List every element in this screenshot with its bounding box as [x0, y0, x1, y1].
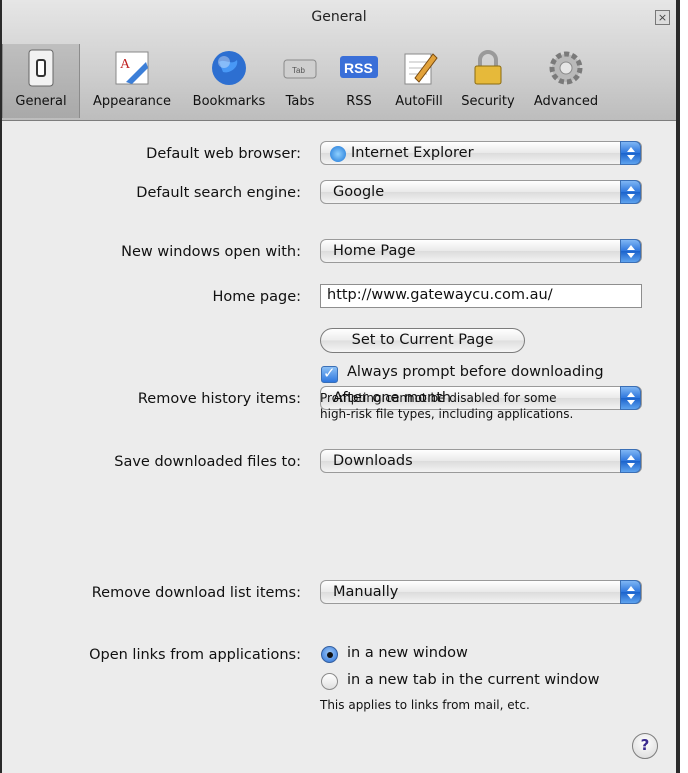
save-downloads-label: Save downloaded files to:	[114, 454, 301, 470]
default-browser-label: Default web browser:	[146, 146, 301, 162]
save-downloads-popup[interactable]: Downloads	[320, 449, 642, 473]
svg-text:Tab: Tab	[292, 66, 305, 75]
always-prompt-label: Always prompt before downloading	[347, 364, 604, 380]
toolbar-appearance[interactable]: A Appearance	[86, 44, 178, 118]
new-windows-popup[interactable]: Home Page	[320, 239, 642, 263]
radio-new-window-label: in a new window	[347, 645, 468, 661]
default-browser-value: Internet Explorer	[351, 145, 474, 161]
radio-new-tab-label: in a new tab in the current window	[347, 672, 600, 688]
toolbar-label: RSS	[346, 94, 372, 109]
tabs-icon: Tab	[283, 59, 317, 79]
svg-text:A: A	[120, 57, 131, 72]
set-to-current-page-button[interactable]: Set to Current Page	[320, 328, 525, 353]
window-title: General	[311, 9, 367, 25]
close-icon[interactable]: ×	[655, 10, 670, 25]
prompt-note-line-2: high-risk file types, including applicat…	[320, 407, 574, 421]
autofill-pencil-icon	[404, 53, 438, 85]
remove-download-items-value: Manually	[333, 584, 399, 600]
default-search-value: Google	[333, 184, 385, 200]
home-page-field[interactable]: http://www.gatewaycu.com.au/	[320, 284, 642, 308]
globe-icon	[212, 51, 246, 85]
open-links-label: Open links from applications:	[89, 647, 301, 663]
preferences-window: General × General A Appearance Bookmarks…	[0, 0, 680, 773]
help-button[interactable]: ?	[632, 733, 658, 759]
toolbar-security[interactable]: Security	[456, 44, 520, 118]
toolbar-advanced[interactable]: Advanced	[528, 44, 604, 118]
remove-download-items-label: Remove download list items:	[91, 585, 301, 601]
remove-history-label: Remove history items:	[137, 391, 301, 407]
default-browser-popup[interactable]: Internet Explorer	[320, 141, 642, 165]
remove-download-items-popup[interactable]: Manually	[320, 580, 642, 604]
toolbar-label: AutoFill	[395, 94, 443, 109]
popup-arrows-icon	[620, 449, 641, 473]
toolbar-rss[interactable]: RSS RSS	[336, 44, 382, 118]
default-search-label: Default search engine:	[136, 185, 301, 201]
toolbar-bookmarks[interactable]: Bookmarks	[186, 44, 272, 118]
new-windows-value: Home Page	[333, 243, 416, 259]
popup-arrows-icon	[620, 180, 641, 204]
open-links-note: This applies to links from mail, etc.	[320, 698, 530, 712]
popup-arrows-icon	[620, 386, 641, 410]
appearance-icon: A	[115, 51, 149, 85]
window-toolbar: General × General A Appearance Bookmarks…	[2, 0, 676, 121]
toolbar-autofill[interactable]: AutoFill	[390, 44, 448, 118]
popup-arrows-icon	[620, 239, 641, 263]
toolbar-label: Advanced	[533, 94, 599, 109]
toolbar-label: General	[15, 94, 67, 109]
toolbar-label: Tabs	[285, 94, 315, 109]
toolbar-general[interactable]: General	[2, 44, 80, 118]
save-downloads-value: Downloads	[333, 453, 413, 469]
popup-arrows-icon	[620, 580, 641, 604]
gear-icon	[549, 51, 583, 85]
toolbar-label: Appearance	[92, 94, 172, 109]
toolbar-label: Bookmarks	[192, 94, 266, 109]
internet-explorer-icon	[330, 146, 346, 162]
radio-new-window[interactable]	[321, 646, 338, 663]
prompt-note-line-1: Prompting cannot be disabled for some	[320, 391, 557, 405]
toolbar-label: Security	[461, 94, 515, 109]
general-switch-icon	[28, 49, 54, 87]
general-pane: Default web browser: Internet Explorer D…	[2, 121, 676, 773]
lock-icon	[474, 50, 502, 85]
svg-text:RSS: RSS	[344, 60, 373, 76]
default-search-popup[interactable]: Google	[320, 180, 642, 204]
always-prompt-checkbox[interactable]	[321, 364, 338, 383]
popup-arrows-icon	[620, 141, 641, 165]
home-page-label: Home page:	[212, 289, 301, 305]
toolbar-tabs[interactable]: Tab Tabs	[278, 44, 322, 118]
new-windows-label: New windows open with:	[121, 244, 301, 260]
rss-icon: RSS	[340, 56, 378, 78]
radio-new-tab[interactable]	[321, 673, 338, 690]
